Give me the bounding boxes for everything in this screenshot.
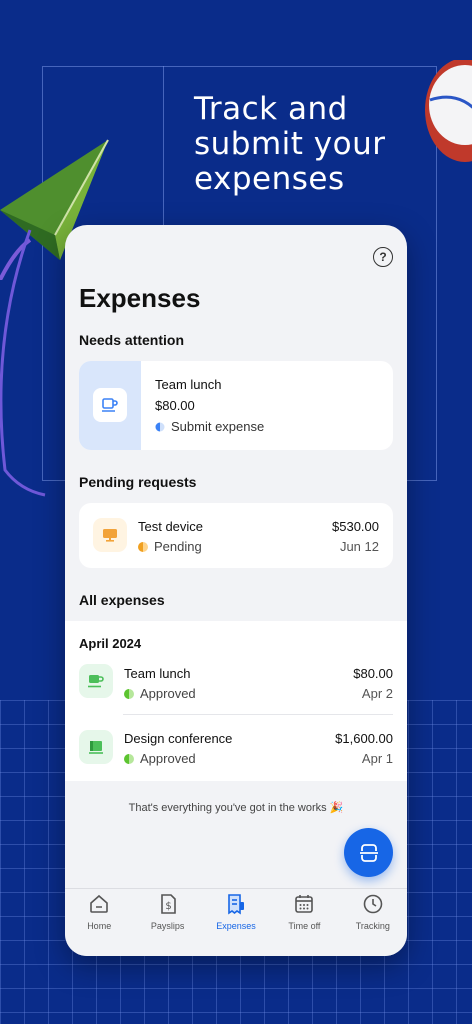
scan-icon <box>359 843 378 862</box>
book-icon <box>79 730 113 764</box>
approved-status-dot <box>124 753 134 764</box>
end-of-list-note: That's everything you've got in the work… <box>128 802 344 814</box>
tab-tracking[interactable]: Tracking <box>339 889 407 956</box>
swoosh-decor <box>0 229 46 497</box>
expense-amount: $80.00 <box>353 666 393 681</box>
approved-status-dot <box>124 688 134 699</box>
tab-label: Expenses <box>216 921 256 931</box>
submit-expense-label: Submit expense <box>171 419 265 434</box>
pending-request-card[interactable]: Test device Pending $530.00 Jun 12 <box>79 503 393 568</box>
bottom-tab-bar: Home $ Payslips Expenses Time off Tracki… <box>65 888 407 956</box>
expense-status: Approved <box>124 751 196 766</box>
tab-label: Home <box>87 921 112 931</box>
monitor-icon <box>93 518 127 552</box>
tab-home[interactable]: Home <box>65 889 133 956</box>
page-title: Expenses <box>79 283 201 313</box>
half-circle-icon <box>155 422 165 431</box>
expense-status-label: Approved <box>140 686 196 701</box>
clock-icon <box>363 894 383 914</box>
tab-time-off[interactable]: Time off <box>270 889 338 956</box>
pending-item-name: Test device <box>138 519 204 534</box>
month-heading: April 2024 <box>79 636 142 651</box>
pending-item-status: Pending <box>138 539 202 554</box>
attention-item-name: Team lunch <box>155 377 222 392</box>
pending-status-label: Pending <box>154 539 202 554</box>
all-expenses-list: April 2024 Team lunch Approved $80.00 Ap… <box>65 621 407 781</box>
payslip-icon: $ <box>160 894 176 914</box>
expense-date: Apr 1 <box>361 751 393 766</box>
needs-attention-card[interactable]: Team lunch $80.00 Submit expense <box>79 361 393 450</box>
expense-amount: $1,600.00 <box>335 731 393 746</box>
svg-text:$: $ <box>165 901 171 912</box>
pending-item-date: Jun 12 <box>339 539 379 554</box>
phone-screen: ? Expenses Needs attention Team lunch $8… <box>65 225 407 956</box>
expense-status-label: Approved <box>140 751 196 766</box>
home-icon <box>90 894 109 913</box>
mug-icon <box>93 388 127 422</box>
tab-expenses[interactable]: Expenses <box>202 889 270 956</box>
tab-label: Tracking <box>355 921 390 931</box>
pending-status-dot <box>138 541 148 552</box>
tab-payslips[interactable]: $ Payslips <box>133 889 201 956</box>
pending-requests-heading: Pending requests <box>79 474 197 490</box>
receipt-icon <box>228 894 245 915</box>
expense-status: Approved <box>124 686 196 701</box>
submit-expense-link[interactable]: Submit expense <box>155 419 264 434</box>
tab-label: Time off <box>288 921 321 931</box>
pending-item-amount: $530.00 <box>332 519 379 534</box>
help-icon[interactable]: ? <box>373 247 393 267</box>
expense-date: Apr 2 <box>361 686 393 701</box>
scan-receipt-button[interactable] <box>344 828 393 877</box>
all-expenses-heading: All expenses <box>79 592 165 608</box>
attention-item-amount: $80.00 <box>155 398 195 413</box>
calendar-icon <box>295 895 314 913</box>
divider <box>123 714 393 715</box>
mug-icon <box>79 664 113 698</box>
decor-line <box>163 66 164 226</box>
promo-headline: Track and submit your expenses <box>194 91 386 197</box>
expense-name: Team lunch <box>124 666 191 681</box>
needs-attention-heading: Needs attention <box>79 332 185 348</box>
expense-name: Design conference <box>124 731 233 746</box>
tab-label: Payslips <box>150 921 185 931</box>
